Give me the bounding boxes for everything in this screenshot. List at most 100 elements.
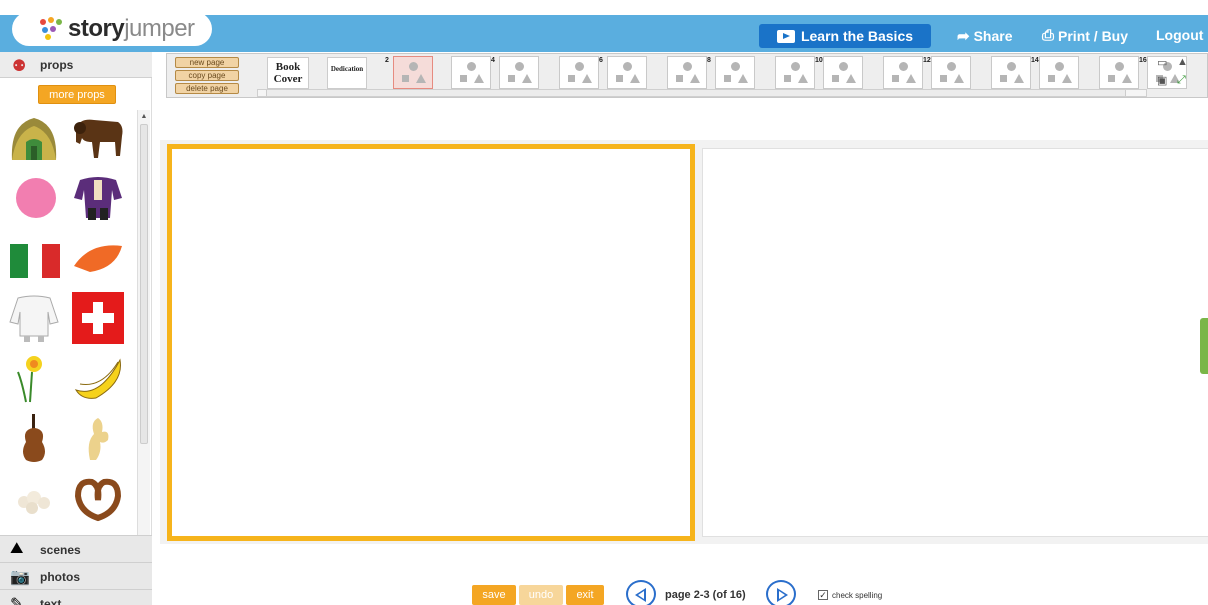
thumb-placeholder-tri xyxy=(582,74,592,83)
props-tab[interactable]: ⚉ props xyxy=(0,52,152,78)
page-thumb-5[interactable] xyxy=(559,56,599,89)
page-thumb-8[interactable] xyxy=(715,56,755,89)
logout-button[interactable]: Logout xyxy=(1156,27,1203,43)
side-handle[interactable] xyxy=(1200,318,1208,374)
thumb-placeholder-sq xyxy=(1108,75,1115,82)
page-thumb-7[interactable] xyxy=(667,56,707,89)
thumb-placeholder-sq xyxy=(460,75,467,82)
page-thumb-14[interactable] xyxy=(1039,56,1079,89)
photos-tab[interactable]: 📷 photos xyxy=(0,562,152,589)
page-thumb-13[interactable] xyxy=(991,56,1031,89)
thumb-placeholder-circ xyxy=(683,62,692,71)
page-number-8: 8 xyxy=(707,57,711,64)
save-button[interactable]: save xyxy=(472,585,516,605)
book-cover-thumb[interactable]: Book Cover xyxy=(267,57,309,89)
more-props-button[interactable]: more props xyxy=(38,85,116,104)
banana-prop[interactable] xyxy=(70,352,130,408)
bison-prop[interactable] xyxy=(70,112,130,168)
thumb-placeholder-tri xyxy=(1122,74,1132,83)
text-tab[interactable]: ✎ text xyxy=(0,589,152,605)
page-thumb-2[interactable] xyxy=(393,56,433,89)
page-indicator: page 2-3 (of 16) xyxy=(665,589,746,601)
scroll-up-icon[interactable]: ▲ xyxy=(139,112,149,122)
page-strip-scrollbar[interactable] xyxy=(257,89,1147,97)
page-number-10: 10 xyxy=(815,57,823,64)
expand-icon[interactable]: ⤢ xyxy=(1177,74,1186,87)
triangle-tool-icon[interactable]: ▲ xyxy=(1177,56,1188,68)
pretzel-prop[interactable] xyxy=(70,472,130,528)
thumb-placeholder-circ xyxy=(947,62,956,71)
previous-page-button[interactable] xyxy=(626,580,656,605)
scenes-tab[interactable]: ⛰ scenes xyxy=(0,535,152,562)
pink-circle-prop[interactable] xyxy=(6,172,66,228)
share-arrow-icon: ➦ xyxy=(957,28,970,45)
thumb-placeholder-sq xyxy=(508,75,515,82)
delete-page-button[interactable]: delete page xyxy=(175,83,239,94)
logo-jumper: jumper xyxy=(124,15,195,42)
undo-button[interactable]: undo xyxy=(519,585,563,605)
thumb-placeholder-sq xyxy=(1000,75,1007,82)
check-spelling[interactable]: ✓ check spelling xyxy=(818,590,882,600)
props-scrollbar[interactable]: ▲ ▼ xyxy=(137,110,150,583)
thumb-placeholder-sq xyxy=(676,75,683,82)
page-thumb-4[interactable] xyxy=(499,56,539,89)
page-thumb-12[interactable] xyxy=(931,56,971,89)
thumb-placeholder-sq xyxy=(832,75,839,82)
thumb-placeholder-sq xyxy=(724,75,731,82)
page-thumb-6[interactable] xyxy=(607,56,647,89)
left-page-canvas[interactable] xyxy=(167,144,695,541)
next-page-button[interactable] xyxy=(766,580,796,605)
photos-label: photos xyxy=(40,570,80,584)
page-thumb-9[interactable] xyxy=(775,56,815,89)
page-thumb-11[interactable] xyxy=(883,56,923,89)
thumb-placeholder-circ xyxy=(899,62,908,71)
white-coat-prop[interactable] xyxy=(6,292,66,348)
page-strip-scroll-thumb[interactable] xyxy=(266,90,1126,96)
new-page-button[interactable]: new page xyxy=(175,57,239,68)
props-icon: ⚉ xyxy=(12,58,27,75)
page-number-16: 16 xyxy=(1139,57,1147,64)
check-spelling-label: check spelling xyxy=(832,590,883,600)
thumb-placeholder-sq xyxy=(784,75,791,82)
thumb-placeholder-circ xyxy=(623,62,632,71)
thumb-placeholder-tri xyxy=(906,74,916,83)
thumb-placeholder-circ xyxy=(1007,62,1016,71)
spread-view-icon[interactable]: ▣ xyxy=(1157,74,1167,87)
storyjumper-editor: storyjumper Learn the Basics ➦ Share ⎙ P… xyxy=(0,0,1208,605)
learn-basics-button[interactable]: Learn the Basics xyxy=(759,24,931,48)
check-spelling-checkbox[interactable]: ✓ xyxy=(818,590,828,600)
scenes-icon: ⛰ xyxy=(10,540,24,557)
page-thumb-15[interactable] xyxy=(1099,56,1139,89)
copy-page-button[interactable]: copy page xyxy=(175,70,239,81)
exit-button[interactable]: exit xyxy=(566,585,604,605)
right-page-canvas[interactable] xyxy=(702,148,1208,537)
page-thumb-3[interactable] xyxy=(451,56,491,89)
thumb-placeholder-tri xyxy=(846,74,856,83)
ginger-prop[interactable] xyxy=(70,412,130,468)
text-icon: ✎ xyxy=(10,596,24,605)
popcorn-prop[interactable] xyxy=(6,472,66,528)
costume-prop[interactable] xyxy=(70,172,130,228)
daffodil-prop[interactable] xyxy=(6,352,66,408)
dedication-thumb[interactable]: Dedication xyxy=(327,57,367,89)
thumb-placeholder-sq xyxy=(1048,75,1055,82)
italy-flag-prop[interactable] xyxy=(6,232,66,288)
page-number-6: 6 xyxy=(599,57,603,64)
logo-story: story xyxy=(68,15,125,42)
learn-basics-label: Learn the Basics xyxy=(800,28,914,44)
leaf-prop[interactable] xyxy=(70,232,130,288)
logo[interactable]: storyjumper xyxy=(12,12,212,46)
thumb-placeholder-tri xyxy=(474,74,484,83)
props-scroll-thumb[interactable] xyxy=(140,124,148,444)
single-page-view-icon[interactable]: ▭ xyxy=(1157,56,1167,69)
swiss-flag-prop[interactable] xyxy=(70,292,130,348)
share-button[interactable]: ➦ Share xyxy=(957,27,1013,45)
props-grid xyxy=(4,112,138,592)
print-buy-button[interactable]: ⎙ Print / Buy xyxy=(1042,27,1128,44)
violin-prop[interactable] xyxy=(6,412,66,468)
logo-dots-icon xyxy=(40,17,64,41)
thumb-placeholder-tri xyxy=(522,74,532,83)
page-thumb-10[interactable] xyxy=(823,56,863,89)
hut-prop[interactable] xyxy=(6,112,66,168)
printer-icon: ⎙ xyxy=(1042,27,1055,44)
